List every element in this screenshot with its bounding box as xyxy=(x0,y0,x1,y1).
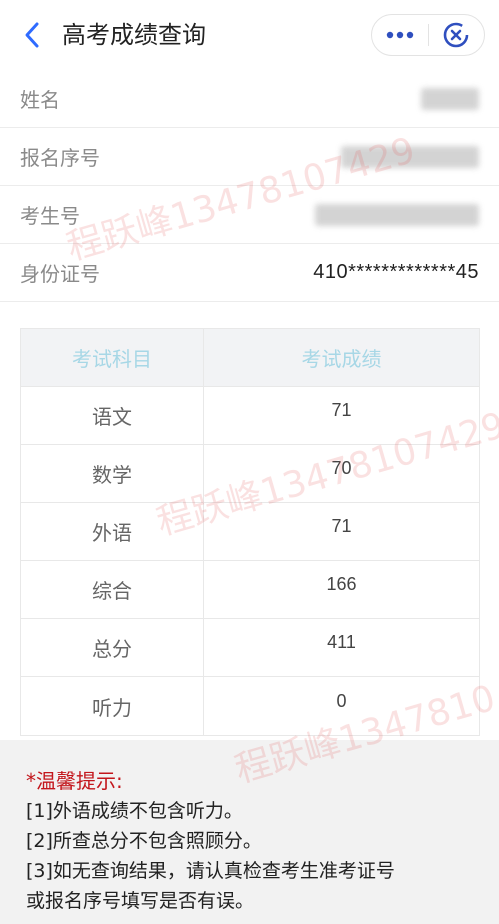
nav-bar: 高考成绩查询 xyxy=(0,0,499,72)
table-row: 外语 71 xyxy=(21,503,479,561)
page-title: 高考成绩查询 xyxy=(62,21,206,49)
table-row: 语文 71 xyxy=(21,387,479,445)
tip-line: [3]如无查询结果，请认真检查考生准考证号 xyxy=(26,860,395,882)
id-no-value: 410*************45 xyxy=(313,261,479,283)
score-cell: 71 xyxy=(331,516,352,536)
exam-no-value-blurred xyxy=(315,203,479,226)
name-value-blurred xyxy=(421,87,479,110)
tips-title: *温馨提示: xyxy=(26,769,123,793)
score-cell: 166 xyxy=(326,574,357,594)
id-no-label: 身份证号 xyxy=(20,262,100,286)
table-row: 总分 411 xyxy=(21,619,479,677)
tip-line: [1]外语成绩不包含听力。 xyxy=(26,800,243,822)
subject-cell: 外语 xyxy=(21,503,204,560)
mini-program-capsule xyxy=(371,14,485,56)
score-cell: 70 xyxy=(331,458,352,478)
tip-line: [2]所查总分不包含照顾分。 xyxy=(26,830,262,852)
info-row-id-no: 身份证号 410*************45 xyxy=(0,244,499,302)
info-row-name: 姓名 xyxy=(0,70,499,128)
name-label: 姓名 xyxy=(20,88,60,112)
back-button[interactable] xyxy=(18,20,46,50)
chevron-left-icon xyxy=(25,22,39,48)
score-cell: 0 xyxy=(336,690,347,711)
subject-cell: 数学 xyxy=(21,445,204,502)
info-row-reg-no: 报名序号 xyxy=(0,128,499,186)
tips-panel: *温馨提示: [1]外语成绩不包含听力。 [2]所查总分不包含照顾分。 [3]如… xyxy=(0,740,499,924)
close-target-icon xyxy=(443,22,469,48)
score-table: 考试科目 考试成绩 语文 71 数学 70 外语 71 综合 166 总分 41… xyxy=(20,328,480,736)
subject-cell: 综合 xyxy=(21,561,204,618)
tip-line: 或报名序号填写是否有误。 xyxy=(26,890,255,912)
subject-cell: 听力 xyxy=(21,677,204,735)
reg-no-label: 报名序号 xyxy=(20,146,100,170)
reg-no-value-blurred xyxy=(341,145,479,168)
subject-cell: 语文 xyxy=(21,387,204,444)
score-cell: 71 xyxy=(331,400,352,420)
table-row: 数学 70 xyxy=(21,445,479,503)
info-row-exam-no: 考生号 xyxy=(0,186,499,244)
header-score: 考试成绩 xyxy=(301,347,382,371)
score-cell: 411 xyxy=(327,632,356,652)
more-dots-icon xyxy=(386,31,413,39)
table-header-row: 考试科目 考试成绩 xyxy=(21,329,479,387)
header-subject: 考试科目 xyxy=(21,329,204,386)
close-button[interactable] xyxy=(428,15,484,55)
more-button[interactable] xyxy=(372,15,428,55)
table-row: 听力 0 xyxy=(21,677,479,735)
subject-cell: 总分 xyxy=(21,619,204,676)
table-row: 综合 166 xyxy=(21,561,479,619)
exam-no-label: 考生号 xyxy=(20,204,80,228)
